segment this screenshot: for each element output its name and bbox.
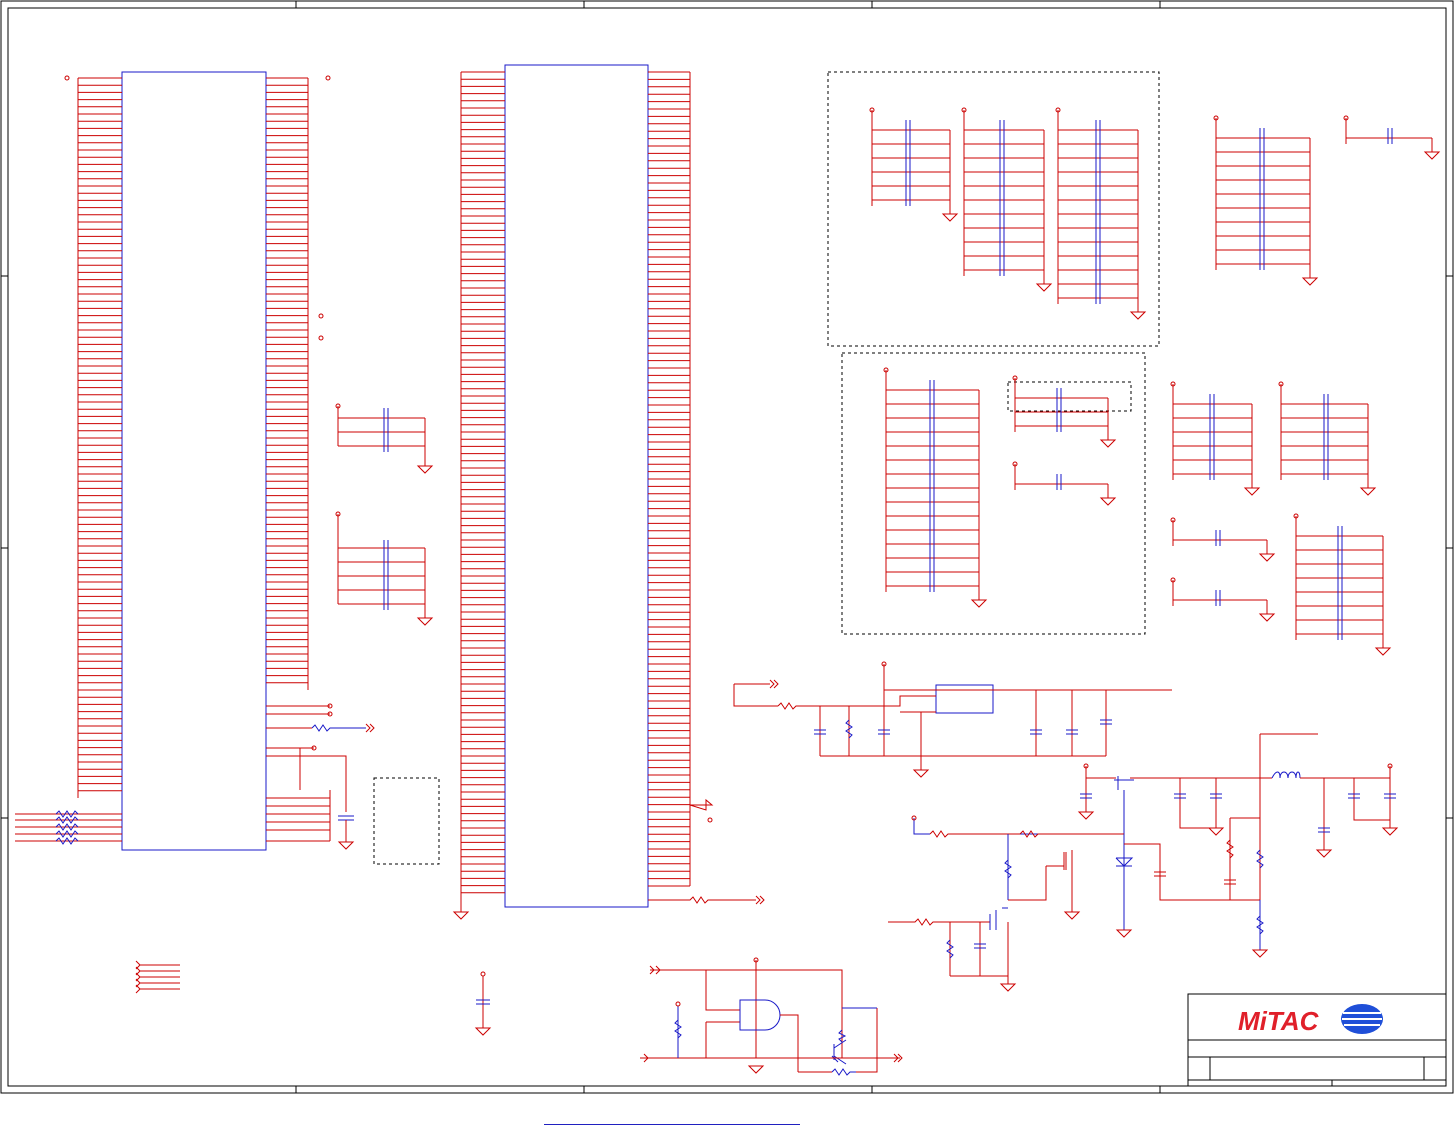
cap-bank-g2-a [885, 370, 988, 608]
capacitor-icon [1337, 526, 1343, 640]
cap-bank-g2-d [1172, 384, 1261, 496]
capacitor-icon [905, 120, 911, 206]
center-ic-left-pins [461, 71, 505, 894]
ic-left-connector [64, 71, 331, 851]
capacitor-icon [1095, 120, 1101, 304]
cap-bank-g2-h [1172, 580, 1276, 622]
mitac-globe-icon [1341, 1004, 1383, 1034]
capacitor-bank-a [335, 403, 434, 474]
ic-center-connector [452, 64, 765, 920]
footer-underline [544, 1124, 800, 1125]
resistor-array-left [15, 810, 122, 845]
regulator-circuit [733, 661, 1172, 778]
company-logo-text: MiTAC [1238, 1006, 1320, 1036]
cap-bank-g1-c [1057, 110, 1147, 320]
schematic-sheet: MiTAC [0, 0, 1454, 1094]
dashed-placeholder-box [373, 777, 440, 865]
capacitor-icon [1387, 128, 1393, 144]
and-gate-circuit [640, 957, 903, 1076]
capacitor-icon [1056, 388, 1062, 432]
decoupling-group-1 [827, 71, 1160, 347]
cap-bank-g1-b [963, 110, 1053, 292]
cap-bank-g2-f [1295, 516, 1392, 656]
capacitor-icon [999, 120, 1005, 276]
dashed-subgroup [1007, 381, 1132, 412]
capacitor-icon [1209, 394, 1215, 480]
off-page-connector-group [135, 960, 180, 994]
capacitor-icon [1259, 128, 1265, 270]
decoupling-caps-2 [883, 115, 1441, 656]
left-ic-right-pins [266, 77, 308, 684]
cap-bank-g2-b [1014, 378, 1117, 448]
cap-bank-g2-c [1014, 464, 1117, 506]
capacitor-icon [1056, 474, 1062, 490]
capacitor-bank-b [335, 511, 434, 626]
decoupling-caps-1 [869, 107, 1319, 320]
cap-bank-g1-a [871, 110, 959, 222]
sheet-frame [0, 0, 1454, 1094]
cap-bank-g1-d [1215, 118, 1319, 286]
dcdc-converter [888, 733, 1399, 992]
left-ic-left-pins [78, 77, 122, 792]
capacitor-icon [1215, 590, 1221, 606]
cap-bank-g2-g [1172, 520, 1276, 562]
bulk-capacitor [474, 971, 492, 1036]
capacitor-icon [1323, 394, 1329, 480]
decoupling-group-2 [841, 352, 1146, 635]
left-ic-side-nets [266, 703, 375, 850]
center-ic-right-pins [648, 71, 690, 887]
capacitor-icon [1215, 530, 1221, 546]
capacitor-icon [929, 380, 935, 592]
